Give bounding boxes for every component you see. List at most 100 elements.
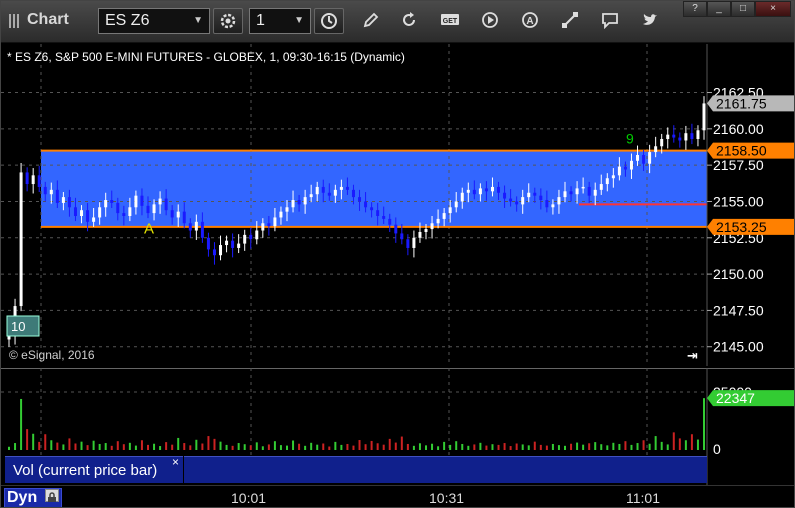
price-bar-body (285, 207, 289, 212)
symbol-value: ES Z6 (105, 12, 150, 29)
time-axis-strip: Dyn 10:01 10:31 11:01 (1, 485, 794, 507)
price-bar-body (267, 223, 271, 227)
window-title: Chart (27, 11, 69, 28)
price-bar-body (666, 134, 670, 140)
price-bar-body (442, 213, 446, 219)
last-price-label: 2161.75 (716, 95, 767, 111)
price-bar[interactable] (19, 162, 23, 312)
lock-icon[interactable] (45, 489, 59, 502)
price-bar-body (291, 200, 295, 208)
price-bar-body (466, 189, 470, 193)
pencil-icon[interactable] (362, 11, 380, 29)
price-bar-body (581, 186, 585, 189)
time-label-1001: 10:01 (231, 490, 267, 506)
scroll-to-end-icon[interactable]: ⇥ (687, 348, 698, 363)
dynamic-mode-label: Dyn (7, 489, 38, 506)
chart-settings-button[interactable] (213, 8, 243, 34)
price-bar-body (104, 200, 108, 208)
minimize-button[interactable]: _ (707, 1, 731, 17)
price-bar-body (140, 195, 144, 206)
price-bar-body (430, 223, 434, 230)
price-bar-body (406, 239, 410, 248)
help-button[interactable]: ? (683, 1, 707, 17)
price-bar-body (515, 201, 519, 205)
play-icon[interactable] (481, 11, 499, 29)
time-template-button[interactable] (314, 8, 344, 34)
price-bar-body (605, 178, 609, 185)
get-icon[interactable]: GET (440, 11, 459, 29)
interval-dropdown-icon[interactable]: ▼ (294, 9, 304, 33)
volume-legend[interactable]: Vol (current price bar) (5, 456, 183, 483)
price-bar-body (490, 186, 494, 192)
price-bar-body (527, 192, 531, 198)
price-bar-body (297, 200, 301, 205)
price-bar-body (146, 205, 150, 214)
price-bar-body (55, 189, 59, 203)
price-bar-body (261, 223, 265, 231)
price-bar-body (176, 211, 180, 218)
price-bar-body (587, 186, 591, 196)
close-button[interactable]: × (755, 1, 791, 17)
price-bar-body (672, 134, 676, 138)
upper-level-label: 2158.50 (716, 143, 767, 159)
price-bar-body (642, 154, 646, 164)
price-bar-body (219, 245, 223, 256)
price-tick-label: 2157.50 (713, 157, 764, 173)
price-bar-body (279, 211, 283, 218)
price-bar-body (460, 192, 464, 202)
grip-icon[interactable] (7, 12, 21, 30)
interval-input[interactable]: 1 ▼ (249, 8, 311, 34)
drawing-tools-icon[interactable] (561, 11, 579, 29)
price-bar-body (629, 160, 633, 170)
refresh-icon[interactable] (400, 11, 418, 29)
price-bar-body (563, 191, 567, 198)
price-bar-body (188, 223, 192, 231)
price-bar-body (400, 233, 404, 240)
interval-value: 1 (256, 12, 265, 29)
price-chart-svg[interactable]: A9102162.502160.002157.502155.002152.502… (1, 44, 795, 366)
price-bar-body (593, 189, 597, 196)
price-bar-body (182, 211, 186, 224)
price-bar-body (364, 201, 368, 208)
svg-text:A: A (526, 16, 533, 27)
price-bar-body (212, 249, 216, 256)
price-bar-body (67, 197, 71, 208)
volume-legend-bar (184, 456, 707, 483)
price-bar-body (351, 189, 355, 198)
price-bar-body (116, 202, 120, 214)
svg-text:GET: GET (443, 18, 458, 25)
price-bar-body (158, 198, 162, 205)
price-bar-body (31, 175, 35, 185)
price-panel[interactable]: A 9 10 2162.50 2160.00 2157.50 2155.00 2152.50 2… (1, 44, 795, 366)
price-bar-body (152, 204, 156, 214)
time-label-1031: 10:31 (429, 490, 465, 506)
price-bar-body (315, 186, 319, 195)
price-bar-body (321, 186, 325, 193)
price-bar-body (388, 218, 392, 225)
price-bar-body (243, 234, 247, 244)
price-bar-body (551, 204, 555, 208)
price-bar-body (478, 188, 482, 195)
price-bar-body (424, 229, 428, 232)
price-bar-body (454, 201, 458, 208)
price-bar-body (249, 234, 253, 240)
maximize-button[interactable]: □ (731, 1, 755, 17)
price-bar-body (623, 166, 627, 170)
lower-level-label: 2153.25 (716, 219, 767, 235)
volume-legend-close-icon[interactable]: × (172, 455, 179, 469)
price-bar-body (678, 137, 682, 141)
alert-icon[interactable]: A (521, 11, 539, 29)
price-bar-body (448, 207, 452, 214)
chat-icon[interactable] (601, 11, 619, 30)
symbol-dropdown-icon[interactable]: ▼ (193, 9, 203, 33)
twitter-icon[interactable] (641, 11, 659, 29)
price-bar-body (86, 210, 90, 222)
symbol-input[interactable]: ES Z6 ▼ (98, 8, 210, 34)
price-tick-label: 2147.50 (713, 302, 764, 318)
clock-icon (320, 12, 338, 35)
volume-panel[interactable]: 25000022347 Vol (current price bar) × (1, 368, 794, 485)
volume-axis-label-zero: 0 (713, 441, 721, 457)
price-bar-body (37, 175, 41, 187)
title-toolbar: Chart ES Z6 ▼ 1 ▼ GET A ? _ □ × (1, 1, 794, 43)
price-bar-body (80, 210, 84, 216)
